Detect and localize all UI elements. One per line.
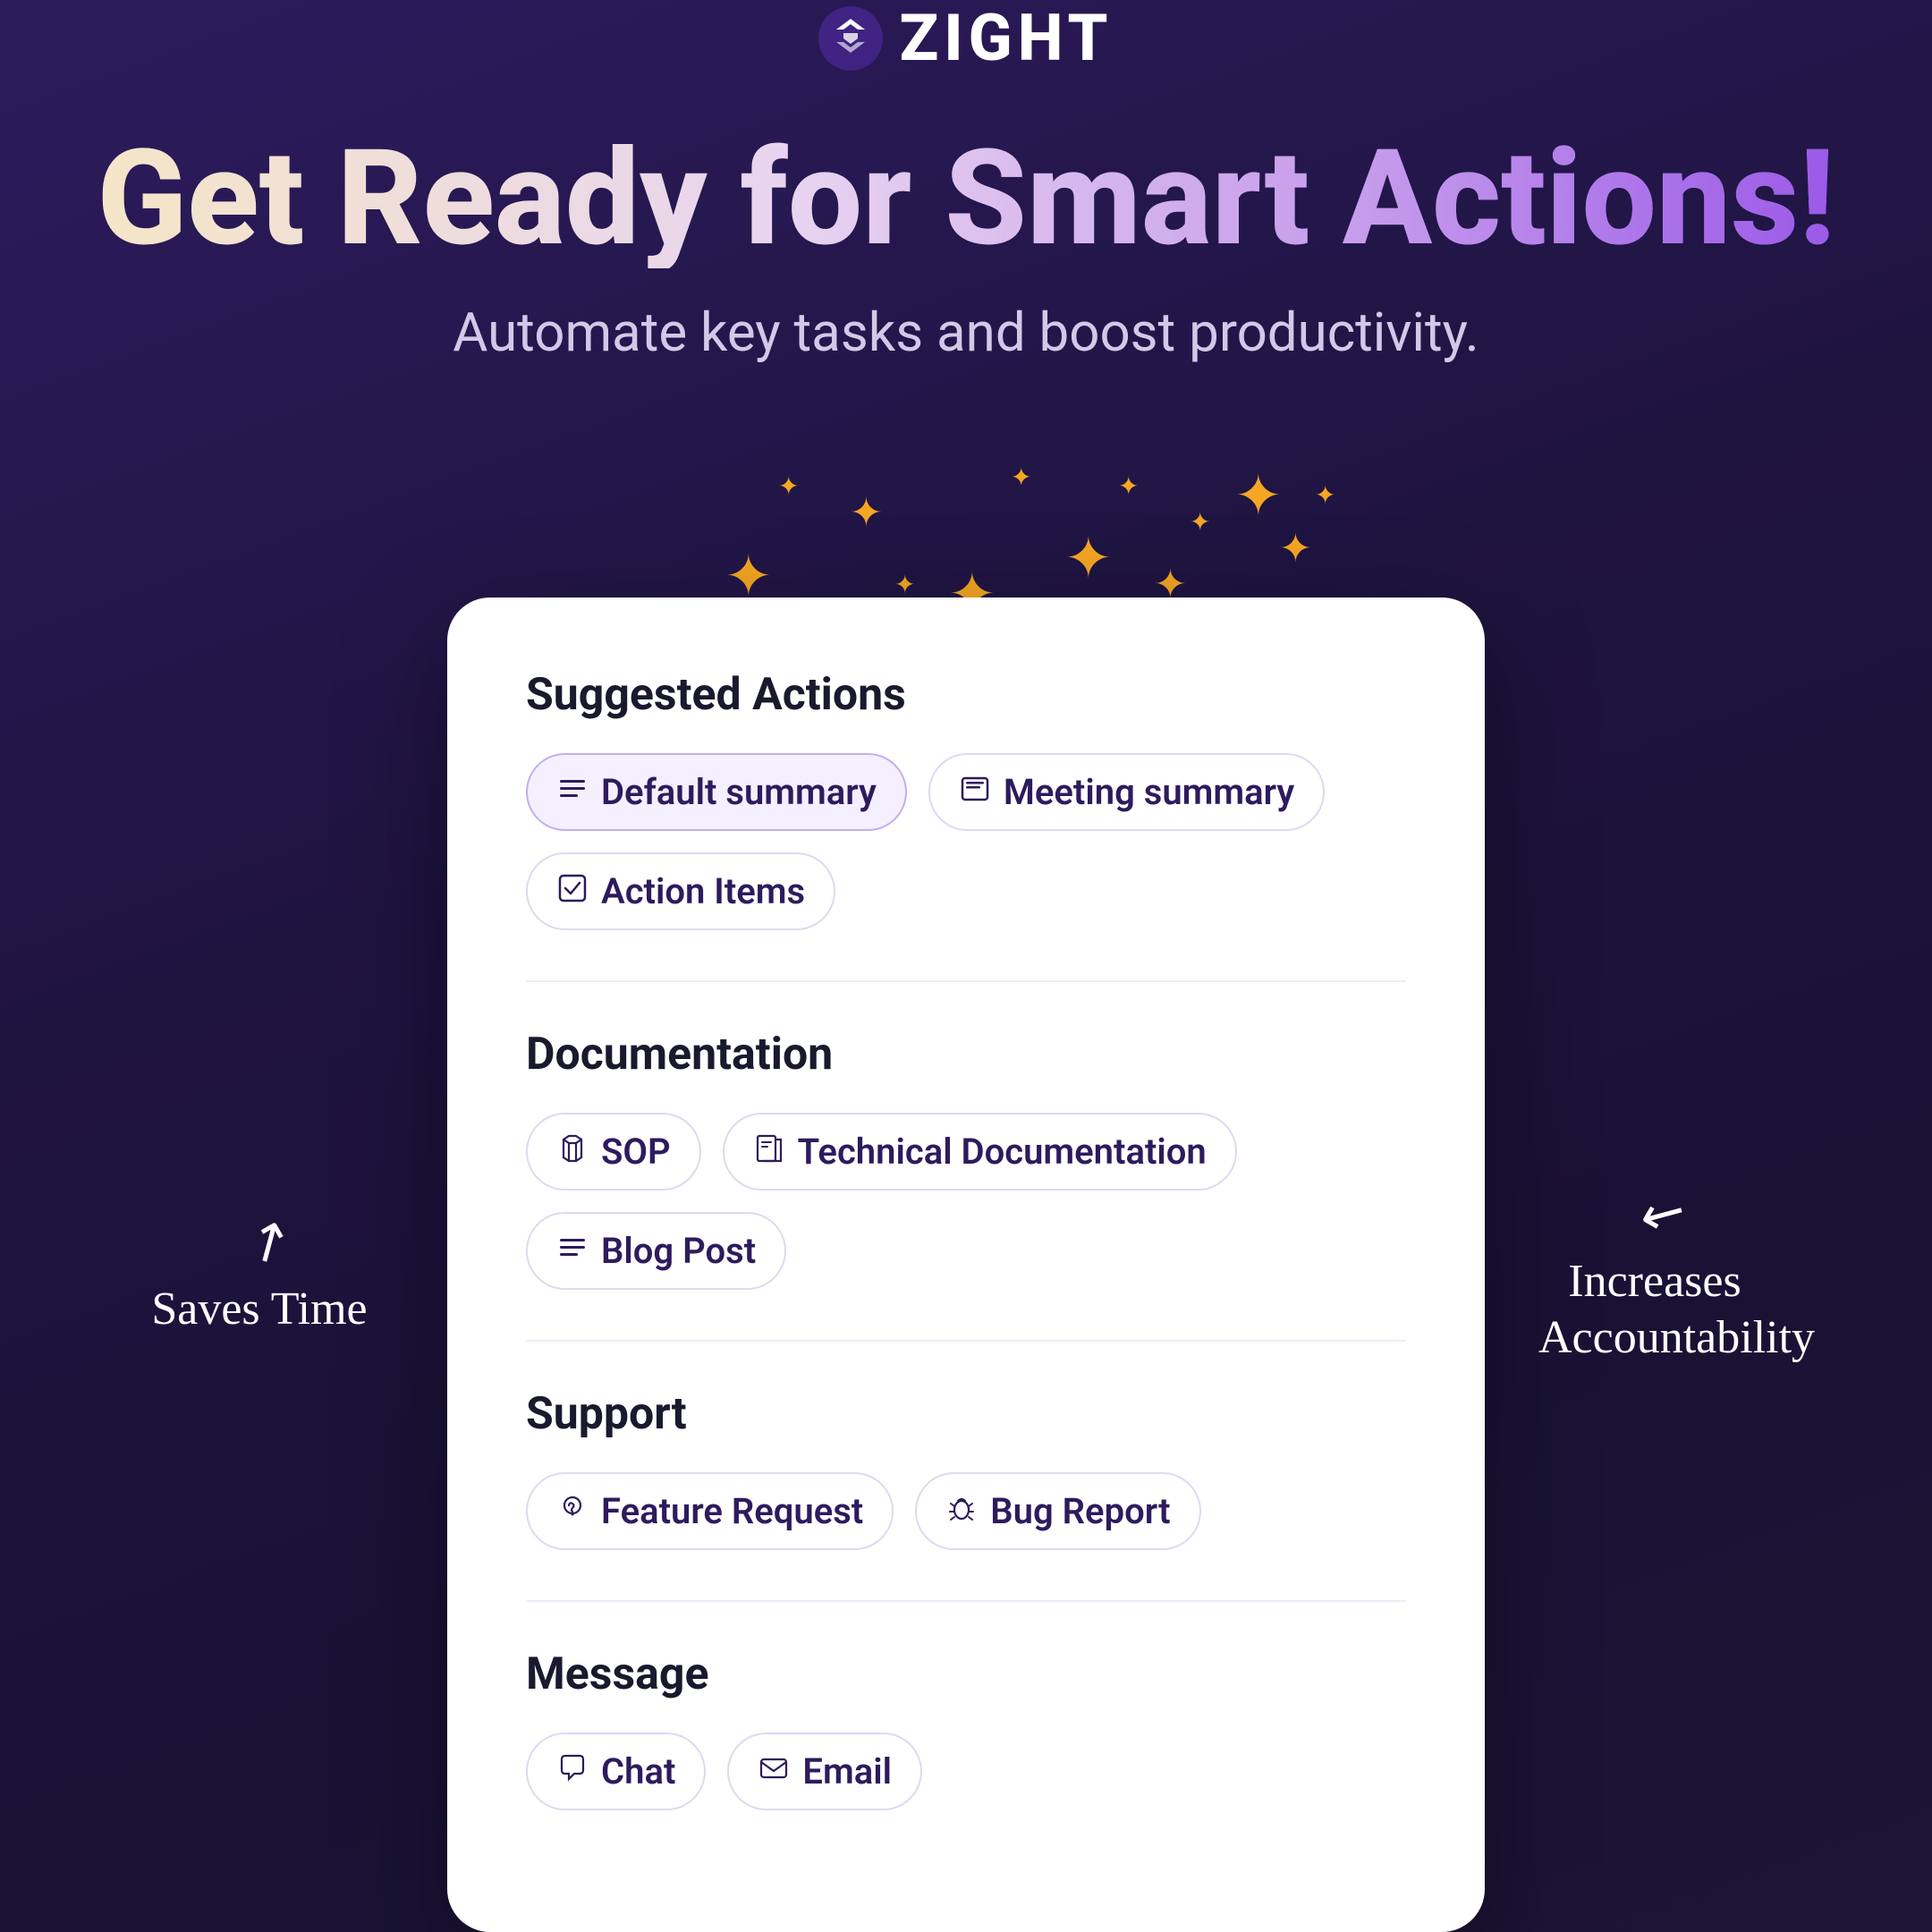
subheadline: Automate key tasks and boost productivit… bbox=[453, 301, 1479, 364]
tag-action-items[interactable]: Action Items bbox=[526, 852, 835, 930]
divider-2 bbox=[526, 1340, 1406, 1342]
section-title-support: Support bbox=[526, 1388, 1406, 1440]
blog-post-label: Blog Post bbox=[601, 1230, 756, 1272]
right-side-label: ↙ Increases Accountability bbox=[1538, 1164, 1789, 1366]
technical-doc-icon bbox=[753, 1132, 785, 1171]
increases-accountability-label: Increases Accountability bbox=[1538, 1254, 1771, 1366]
divider-1 bbox=[526, 980, 1406, 982]
tag-sop[interactable]: SOP bbox=[526, 1113, 701, 1191]
blog-post-icon bbox=[556, 1232, 589, 1270]
sparkle-11: ✦ bbox=[778, 471, 799, 501]
email-icon bbox=[758, 1752, 790, 1791]
sparkle-4: ✦ bbox=[1011, 462, 1031, 492]
sparkle-2: ✦ bbox=[850, 489, 883, 536]
card-wrapper: ↗ Saves Time Suggested Actions Default s… bbox=[143, 597, 1789, 1932]
chat-label: Chat bbox=[601, 1750, 675, 1792]
suggested-actions-card: Suggested Actions Default summary Meetin… bbox=[447, 597, 1485, 1932]
tag-default-summary[interactable]: Default summary bbox=[526, 753, 907, 831]
suggested-actions-tags: Default summary Meeting summary Action I… bbox=[526, 753, 1406, 930]
sparkle-12: ✦ bbox=[894, 570, 915, 599]
saves-time-label: Saves Time bbox=[143, 1282, 376, 1337]
section-title-message: Message bbox=[526, 1648, 1406, 1700]
sparkle-6: ✦ bbox=[1118, 471, 1139, 501]
divider-3 bbox=[526, 1600, 1406, 1602]
meeting-summary-icon bbox=[959, 773, 991, 811]
action-items-icon bbox=[556, 872, 589, 911]
main-headline: Get Ready for Smart Actions! bbox=[97, 130, 1835, 268]
support-tags: Feature Request Bug Report bbox=[526, 1472, 1406, 1550]
sparkle-10: ✦ bbox=[1279, 525, 1312, 572]
sop-label: SOP bbox=[601, 1131, 671, 1173]
tag-blog-post[interactable]: Blog Post bbox=[526, 1212, 786, 1290]
tag-feature-request[interactable]: Feature Request bbox=[526, 1472, 894, 1550]
sparkles-area: ✦ ✦ ✦ ✦ ✦ ✦ ✦ ✦ ✦ ✦ ✦ ✦ ✦ bbox=[564, 436, 1368, 615]
tag-email[interactable]: Email bbox=[727, 1733, 922, 1810]
tag-bug-report[interactable]: Bug Report bbox=[915, 1472, 1200, 1550]
action-items-label: Action Items bbox=[601, 870, 805, 912]
sparkle-13: ✦ bbox=[1315, 480, 1335, 510]
section-title-documentation: Documentation bbox=[526, 1029, 1406, 1080]
sparkle-5: ✦ bbox=[1064, 525, 1113, 592]
left-arrow: ↗ bbox=[233, 1202, 303, 1280]
headline-part2: Actions! bbox=[1343, 122, 1835, 276]
left-side-label: ↗ Saves Time bbox=[143, 1191, 394, 1337]
meeting-summary-label: Meeting summary bbox=[1004, 771, 1294, 813]
documentation-tags: SOP Technical Documentation Blog Post bbox=[526, 1113, 1406, 1290]
default-summary-icon bbox=[556, 773, 589, 811]
section-title-suggested: Suggested Actions bbox=[526, 669, 1406, 721]
feature-request-label: Feature Request bbox=[601, 1490, 863, 1532]
email-label: Email bbox=[802, 1750, 892, 1792]
zight-logo-icon bbox=[818, 6, 883, 71]
bug-report-icon bbox=[945, 1492, 978, 1530]
technical-documentation-label: Technical Documentation bbox=[798, 1131, 1207, 1173]
feature-request-icon bbox=[556, 1492, 589, 1530]
tag-chat[interactable]: Chat bbox=[526, 1733, 706, 1810]
sparkle-9: ✦ bbox=[1234, 462, 1283, 530]
chat-icon bbox=[556, 1752, 589, 1791]
sop-icon bbox=[556, 1132, 589, 1171]
tag-technical-documentation[interactable]: Technical Documentation bbox=[723, 1113, 1237, 1191]
message-tags: Chat Email bbox=[526, 1733, 1406, 1810]
right-arrow: ↙ bbox=[1628, 1174, 1699, 1252]
tag-meeting-summary[interactable]: Meeting summary bbox=[928, 753, 1325, 831]
logo-area: ZIGHT bbox=[818, 0, 1113, 76]
default-summary-label: Default summary bbox=[601, 771, 877, 813]
headline-part1: Get Ready for Smart bbox=[97, 122, 1343, 276]
bug-report-label: Bug Report bbox=[990, 1490, 1170, 1532]
logo-text: ZIGHT bbox=[899, 0, 1113, 76]
sparkle-8: ✦ bbox=[1190, 507, 1210, 537]
